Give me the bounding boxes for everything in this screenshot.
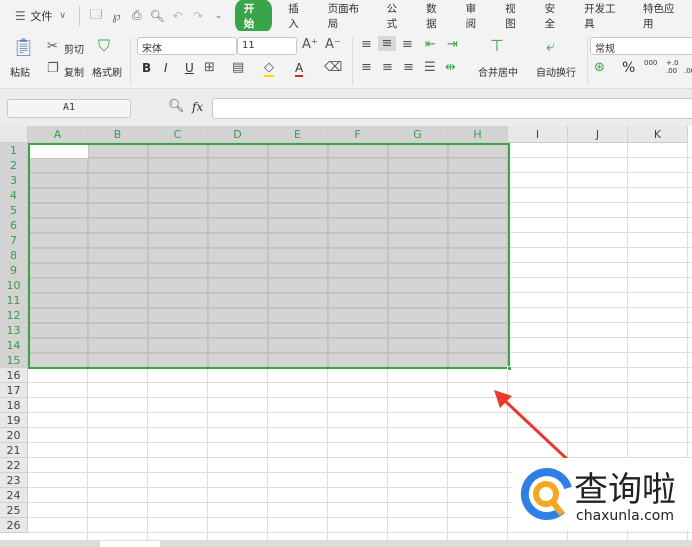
sheet-tab[interactable] [100, 541, 160, 547]
logo-text: 查询啦 [574, 470, 676, 510]
watermark-logo: 查询啦 chaxunla.com [512, 458, 692, 530]
sheet-tab-bar [0, 540, 692, 547]
logo-icon [520, 468, 572, 520]
logo-url: chaxunla.com [576, 508, 674, 524]
